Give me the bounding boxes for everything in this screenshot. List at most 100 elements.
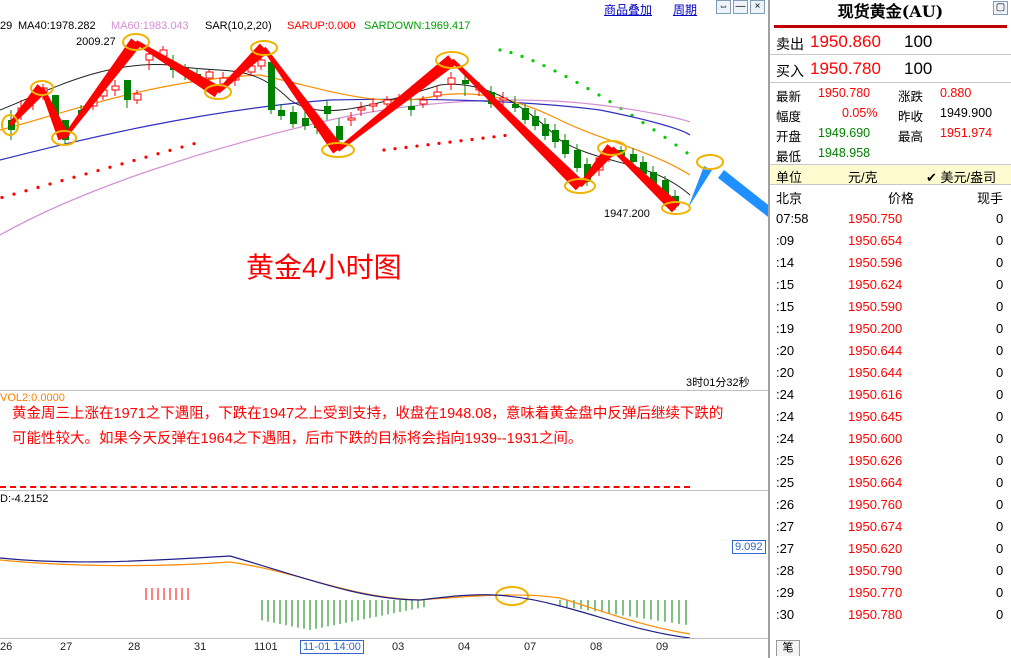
ma60-label: MA60:1983.043: [111, 20, 189, 32]
sar-dot: [586, 87, 590, 91]
tick-volume: 0: [996, 233, 1004, 248]
forecast-arrow-up: [688, 166, 712, 208]
x-label: 28: [128, 641, 141, 653]
tick-time: :19: [776, 321, 795, 336]
sar-dot: [0, 195, 4, 200]
sar-dot: [132, 158, 136, 163]
tick-time: :24: [776, 409, 795, 424]
tick-volume: 0: [996, 541, 1004, 556]
pane-divider[interactable]: [0, 390, 768, 391]
tick-time: :24: [776, 387, 795, 402]
tick-time: :30: [776, 607, 795, 622]
sell-volume: 100: [904, 32, 933, 51]
tick-price: 1950.664: [848, 475, 903, 490]
analysis-note: 黄金周三上涨在1971之下遇阻，下跌在1947之上受到支持，收盘在1948.08…: [12, 406, 724, 447]
chart-title: 黄金4小时图: [246, 252, 402, 283]
tick-price: 1950.590: [848, 299, 903, 314]
tick-row: :20 1950.644 0: [770, 363, 1011, 385]
sar-dot: [597, 93, 601, 97]
tick-header: 北京 价格 现手: [776, 191, 1004, 206]
overlay-link[interactable]: 商品叠加: [604, 1, 652, 18]
change-value: 0.880: [940, 86, 972, 100]
unit-usd[interactable]: ✔ 美元/盎司: [926, 167, 996, 186]
sar-dot: [120, 162, 124, 166]
tick-time: :09: [776, 233, 795, 248]
minimize-icon[interactable]: —: [733, 0, 748, 14]
candle-body: [512, 104, 519, 108]
tick-volume: 0: [996, 343, 1004, 358]
tick-price: 1950.790: [848, 563, 903, 578]
tick-time: :29: [776, 585, 795, 600]
pane-divider[interactable]: [0, 490, 768, 491]
tick-time: :14: [776, 255, 795, 270]
macd-value-badge: 9.092: [732, 540, 766, 554]
tick-row: :28 1950.790 0: [770, 561, 1011, 583]
sar-dot: [575, 80, 579, 85]
prev-close: 1949.900: [940, 106, 993, 120]
sardown-label: SARDOWN:1969.417: [364, 20, 471, 32]
restore-icon[interactable]: ⇔: [716, 0, 731, 14]
sar-dot: [84, 172, 88, 176]
tick-time: :25: [776, 453, 795, 468]
candle-body: [336, 126, 343, 140]
sar-dot: [12, 192, 16, 196]
trend-arrow: [134, 40, 222, 98]
tick-row: :15 1950.624 0: [770, 275, 1011, 297]
sar-dot: [509, 50, 513, 55]
sar-dot: [180, 145, 184, 149]
tick-time: :20: [776, 343, 795, 358]
unit-cny[interactable]: 元/克: [848, 167, 878, 186]
tick-volume: 0: [996, 431, 1004, 446]
sar-dot: [144, 155, 148, 159]
tick-price: 1950.674: [848, 519, 903, 534]
tick-row: :25 1950.664 0: [770, 473, 1011, 495]
tick-row: :09 1950.654 0: [770, 231, 1011, 253]
sar-dot: [542, 64, 546, 68]
candle-body: [257, 59, 266, 67]
sell-row: 卖出 1950.860 100: [776, 32, 933, 52]
tick-price: 1950.644: [848, 343, 903, 358]
tick-price: 1950.616: [848, 387, 903, 402]
tick-time: :27: [776, 519, 795, 534]
tick-time: :28: [776, 563, 795, 578]
unit-bar: 单位 元/克 ✔ 美元/盎司: [770, 164, 1011, 185]
sar-dot: [192, 142, 196, 146]
period-link[interactable]: 周期: [673, 1, 697, 18]
candle-body: [433, 91, 442, 97]
sar-dot: [520, 54, 524, 58]
candle-body: [124, 80, 131, 100]
sar-dot: [459, 139, 463, 143]
tick-volume: 0: [996, 585, 1004, 600]
tick-row: :15 1950.590 0: [770, 297, 1011, 319]
sar-dot: [481, 136, 485, 140]
candle-body: [522, 108, 529, 120]
candle-body: [268, 62, 275, 110]
ma40-line: [0, 98, 691, 161]
ma-info-a: 29: [0, 20, 13, 32]
panel-restore-icon[interactable]: ▢: [993, 1, 1008, 15]
candle-body: [542, 124, 549, 136]
instrument-title: 现货黄金(AU): [837, 2, 944, 21]
tick-price: 1950.620: [848, 541, 903, 556]
sar-dot: [72, 175, 76, 179]
tab-pen[interactable]: 笔: [776, 640, 800, 656]
macd-label: D:-4.2152: [0, 493, 49, 505]
tick-row: :24 1950.616 0: [770, 385, 1011, 407]
tick-price: 1950.780: [848, 607, 903, 622]
sar-dot: [470, 137, 474, 142]
sar-dot: [437, 141, 441, 145]
candle-body: [347, 117, 356, 121]
close-icon[interactable]: ×: [750, 0, 765, 14]
axis-line: [0, 638, 768, 639]
sar-dot: [531, 59, 535, 63]
candle-body: [302, 118, 309, 126]
tick-row: :20 1950.644 0: [770, 341, 1011, 363]
buy-price: 1950.780: [810, 59, 881, 78]
sar-dot: [96, 168, 100, 173]
tick-volume: 0: [996, 409, 1004, 424]
tick-time: :15: [776, 277, 795, 292]
tick-row: :30 1950.780 0: [770, 605, 1011, 627]
chart-area[interactable]: 29 MA40:1978.282 MA60:1983.043 SAR(10,2,…: [0, 0, 768, 658]
tick-time: :20: [776, 365, 795, 380]
title-underline: [774, 25, 1007, 28]
